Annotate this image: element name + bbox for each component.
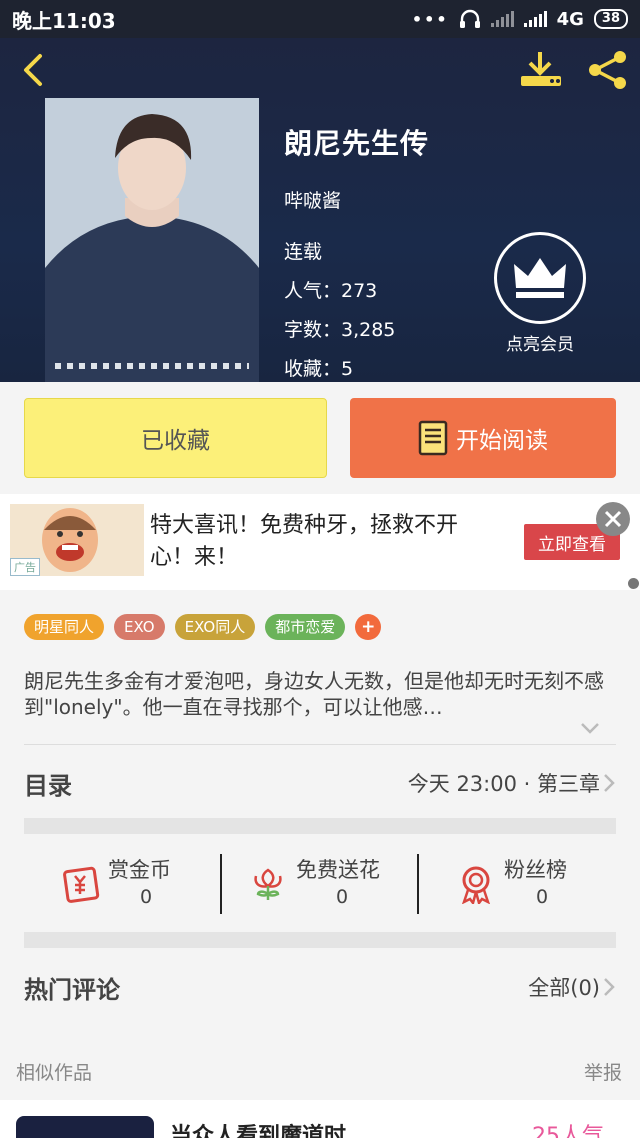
action-bar: 已收藏 开始阅读: [0, 382, 640, 494]
toc-title: 目录: [24, 772, 72, 800]
book-info: 朗尼先生传 哔啵酱 连载 人气：273 字数：3,285 收藏：5: [284, 122, 429, 381]
favorited-button[interactable]: 已收藏: [24, 398, 327, 478]
share-icon: [589, 51, 626, 89]
ad-close-button[interactable]: [596, 502, 630, 536]
section-divider: [24, 932, 616, 948]
fan-ranking-button[interactable]: 粉丝榜 0: [456, 854, 596, 914]
book-header: 朗尼先生传 哔啵酱 连载 人气：273 字数：3,285 收藏：5 点亮会员: [0, 38, 640, 382]
report-button[interactable]: 举报: [584, 1058, 622, 1085]
book-status: 连载: [284, 241, 323, 263]
engagement-bar: 赏金币 0 免费送花 0 粉丝榜 0: [0, 834, 640, 932]
coin-envelope-icon: [63, 866, 100, 903]
send-flower-label: 免费送花: [296, 858, 380, 882]
start-reading-button[interactable]: 开始阅读: [350, 398, 616, 478]
ad-image: 广告: [10, 504, 144, 576]
similar-works-label: 相似作品: [16, 1062, 93, 1084]
medal-icon: [462, 866, 490, 904]
flower-icon: [254, 868, 282, 900]
fan-ranking-label: 粉丝榜: [504, 858, 567, 882]
crown-icon: [514, 258, 566, 298]
send-flower-count: 0: [336, 886, 349, 908]
tag-list: 明星同人 EXO EXO同人 都市恋爱 +: [24, 614, 382, 640]
signal-icon-2: [523, 11, 547, 27]
hot-comments-title: 热门评论: [24, 976, 120, 1004]
download-button[interactable]: [518, 50, 566, 90]
table-of-contents-row[interactable]: 目录 今天 23:00 · 第三章: [0, 746, 640, 818]
cover-image: [45, 98, 259, 382]
book-cover: [45, 98, 259, 382]
favorited-label: 已收藏: [141, 428, 210, 454]
ad-text: 特大喜讯！免费种牙，拯救不开心！来！: [150, 513, 459, 570]
download-icon: [521, 52, 561, 86]
status-icons: ••• 4G 38: [412, 9, 628, 30]
add-tag-button[interactable]: +: [355, 614, 382, 640]
similar-work-thumbnail: [16, 1116, 154, 1138]
book-popularity: 人气：273: [284, 280, 378, 302]
chevron-left-icon: [24, 54, 42, 86]
headphones-icon: [459, 9, 480, 28]
latest-chapter: 今天 23:00 · 第三章: [407, 772, 600, 796]
book-author[interactable]: 哔啵酱: [284, 186, 429, 213]
similar-work-popularity: 25人气: [532, 1124, 604, 1138]
tag-item[interactable]: EXO: [114, 614, 165, 640]
close-icon: [604, 510, 622, 528]
ad-banner[interactable]: 广告 特大喜讯！免费种牙，拯救不开心！来！ 立即查看: [0, 494, 640, 590]
share-button[interactable]: [586, 50, 630, 90]
reward-coins-count: 0: [140, 886, 153, 908]
separator: [417, 854, 419, 914]
status-time: 晚上11:03: [12, 8, 116, 33]
section-divider: [24, 818, 616, 834]
all-comments-link[interactable]: 全部(0): [528, 972, 600, 1002]
status-bar: 晚上11:03 ••• 4G 38: [0, 0, 640, 38]
tag-item[interactable]: 都市恋爱: [265, 614, 346, 640]
book-title: 朗尼先生传: [284, 127, 430, 160]
hot-comments-header: 热门评论 全部(0): [0, 950, 640, 1022]
network-type: 4G: [556, 8, 584, 30]
reward-coins-label: 赏金币: [108, 858, 171, 882]
vip-button[interactable]: 点亮会员: [492, 232, 588, 355]
signal-icon: [490, 11, 514, 27]
chevron-down-icon: [581, 723, 599, 734]
reward-coins-button[interactable]: 赏金币 0: [60, 854, 200, 914]
book-description: 朗尼先生多金有才爱泡吧，身边女人无数，但是他却无时无刻不感到"lonely"。他…: [24, 669, 604, 719]
divider: [24, 744, 616, 745]
notification-dots: •••: [411, 9, 449, 29]
fan-ranking-count: 0: [536, 886, 549, 908]
chevron-right-icon: [604, 978, 615, 996]
similar-work-item[interactable]: 当众人看到魔道时 25人气: [0, 1100, 640, 1138]
vip-label: 点亮会员: [506, 335, 574, 355]
separator: [220, 854, 222, 914]
book-favorites: 收藏：5: [284, 358, 354, 380]
expand-description-button[interactable]: [578, 718, 602, 738]
start-reading-label: 开始阅读: [456, 428, 548, 454]
tag-item[interactable]: 明星同人: [24, 614, 105, 640]
battery-level: 38: [593, 9, 628, 29]
vip-badge: [494, 232, 586, 324]
back-button[interactable]: [14, 48, 54, 92]
ad-tag: 广告: [10, 558, 40, 576]
chevron-right-icon: [604, 774, 615, 792]
tag-item[interactable]: EXO同人: [174, 614, 256, 640]
ad-info-icon[interactable]: [628, 578, 639, 589]
book-word-count: 字数：3,285: [284, 319, 396, 341]
book-icon: [418, 420, 448, 456]
similar-work-title: 当众人看到魔道时: [170, 1124, 347, 1138]
send-flower-button[interactable]: 免费送花 0: [248, 854, 408, 914]
